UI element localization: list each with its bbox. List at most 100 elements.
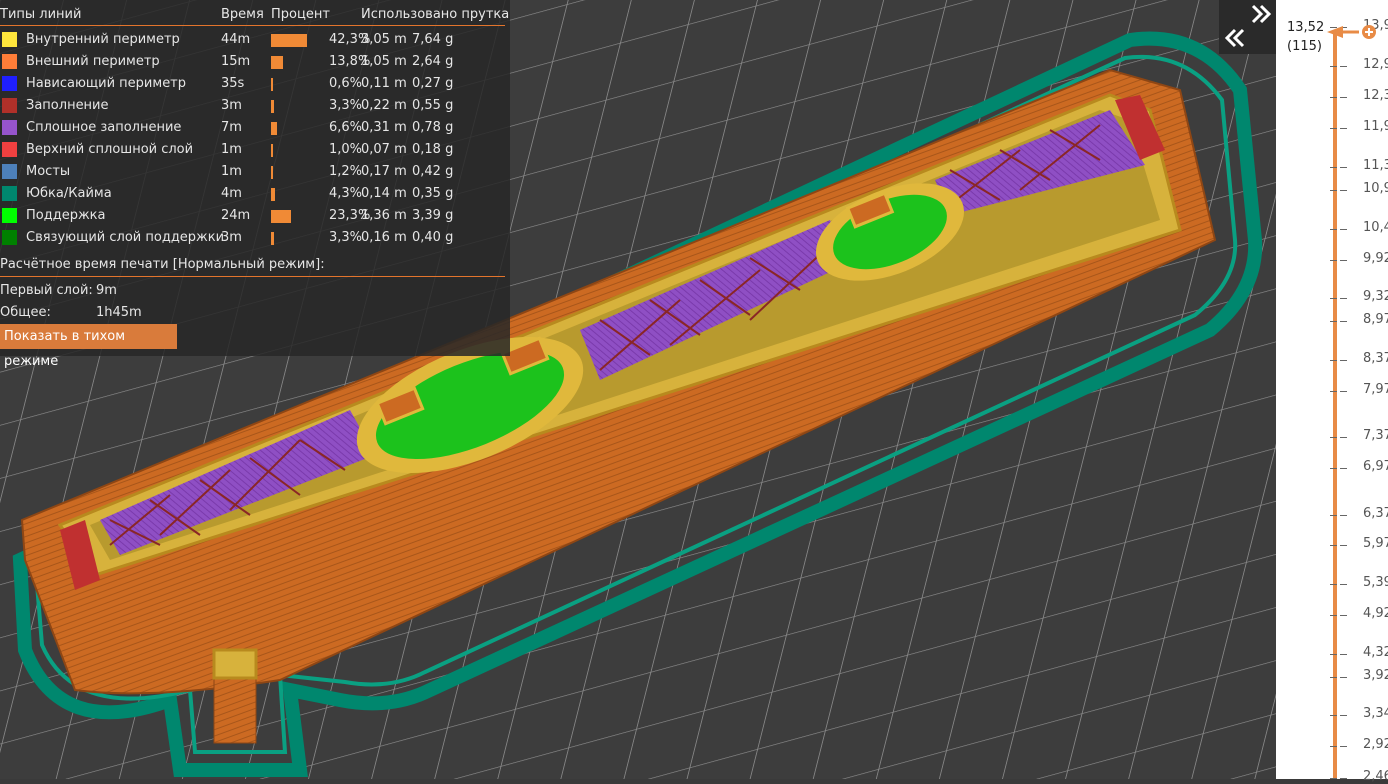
slider-tick xyxy=(1330,654,1337,655)
legend-panel: Типы линий Время Процент Использовано пр… xyxy=(0,0,510,369)
slider-tick xyxy=(1340,545,1347,546)
slider-tick xyxy=(1330,229,1337,230)
slider-tick-label: 5,39 xyxy=(1363,575,1388,590)
line-type-time: 7m xyxy=(221,120,242,135)
double-chevron-icon xyxy=(1224,4,1272,48)
line-type-time: 1m xyxy=(221,164,242,179)
filament-grams: 0,78 g xyxy=(412,120,454,135)
slider-tick xyxy=(1340,515,1347,516)
slider-tick-label: 12,9 xyxy=(1363,57,1388,72)
filament-meters: 0,17 m xyxy=(361,164,407,179)
slider-tick xyxy=(1340,584,1347,585)
layer-slider-track[interactable] xyxy=(1333,30,1337,779)
slider-tick-label: 4,92 xyxy=(1363,606,1388,621)
slider-tick xyxy=(1340,298,1347,299)
line-type-name: Поддержка xyxy=(26,208,106,223)
slider-tick xyxy=(1340,128,1347,129)
line-type-time: 3m xyxy=(221,230,242,245)
filament-meters: 1,05 m xyxy=(361,54,407,69)
slider-tick xyxy=(1340,321,1347,322)
estimate-divider xyxy=(0,276,505,277)
line-type-time: 35s xyxy=(221,76,245,91)
slider-tick xyxy=(1340,229,1347,230)
slider-tick xyxy=(1340,66,1347,67)
line-type-percent: 6,6% xyxy=(329,120,363,135)
slider-tick-label: 9,92 xyxy=(1363,251,1388,266)
slider-tick xyxy=(1330,360,1337,361)
slider-tick xyxy=(1330,584,1337,585)
filament-meters: 0,22 m xyxy=(361,98,407,113)
slider-tick xyxy=(1330,128,1337,129)
header-time: Время xyxy=(221,7,264,22)
legend-row[interactable]: Верхний сплошной слой 1m 1,0% 0,07 m 0,18 g xyxy=(0,139,505,161)
slider-tick-label: 2,92 xyxy=(1363,737,1388,752)
slider-tick xyxy=(1330,545,1337,546)
filament-grams: 0,35 g xyxy=(412,186,454,201)
legend-row[interactable]: Связующий слой поддержки 3m 3,3% 0,16 m 0,40… xyxy=(0,227,505,249)
slider-tick-label: 4,32 xyxy=(1363,645,1388,660)
slider-tick-label: 3,92 xyxy=(1363,668,1388,683)
percent-bar xyxy=(271,144,273,157)
first-layer-value: 9m xyxy=(96,283,117,298)
color-swatch xyxy=(2,32,17,47)
legend-row[interactable]: Юбка/Кайма 4m 4,3% 0,14 m 0,35 g xyxy=(0,183,505,205)
slider-tick xyxy=(1340,677,1347,678)
slider-tick xyxy=(1340,437,1347,438)
header-divider xyxy=(0,25,505,26)
filament-grams: 0,40 g xyxy=(412,230,454,245)
legend-row[interactable]: Сплошное заполнение 7m 6,6% 0,31 m 0,78 g xyxy=(0,117,505,139)
legend-row[interactable]: Заполнение 3m 3,3% 0,22 m 0,55 g xyxy=(0,95,505,117)
line-type-time: 15m xyxy=(221,54,251,69)
slider-tick-label: 9,32 xyxy=(1363,289,1388,304)
legend-row[interactable]: Внешний периметр 15m 13,8% 1,05 m 2,64 g xyxy=(0,51,505,73)
slider-tick-label: 10,4 xyxy=(1363,220,1388,235)
slider-tick xyxy=(1330,321,1337,322)
filament-grams: 3,39 g xyxy=(412,208,454,223)
percent-bar xyxy=(271,100,274,113)
color-swatch xyxy=(2,230,17,245)
legend-row[interactable]: Нависающий периметр 35s 0,6% 0,11 m 0,27 g xyxy=(0,73,505,95)
slider-tick xyxy=(1330,468,1337,469)
filament-meters: 0,11 m xyxy=(361,76,407,91)
filament-meters: 0,31 m xyxy=(361,120,407,135)
slider-tick xyxy=(1330,715,1337,716)
percent-bar xyxy=(271,56,283,69)
color-swatch xyxy=(2,54,17,69)
legend-row[interactable]: Мосты 1m 1,2% 0,17 m 0,42 g xyxy=(0,161,505,183)
wipe-tower-top xyxy=(212,648,258,680)
percent-bar xyxy=(271,210,291,223)
slider-tick xyxy=(1330,97,1337,98)
slider-tick xyxy=(1330,677,1337,678)
line-type-name: Нависающий периметр xyxy=(26,76,187,91)
slider-tick-label: 6,97 xyxy=(1363,459,1388,474)
slider-tick xyxy=(1340,167,1347,168)
slider-tick-label: 8,37 xyxy=(1363,351,1388,366)
slider-tick xyxy=(1330,437,1337,438)
layer-slider-thumb[interactable] xyxy=(1325,22,1385,42)
color-swatch xyxy=(2,186,17,201)
color-swatch xyxy=(2,164,17,179)
slider-tick xyxy=(1340,97,1347,98)
filament-meters: 1,36 m xyxy=(361,208,407,223)
slider-tick xyxy=(1330,515,1337,516)
percent-bar xyxy=(271,188,275,201)
estimate-title: Расчётное время печати [Нормальный режим… xyxy=(0,257,325,272)
slider-tick xyxy=(1330,66,1337,67)
line-type-name: Сплошное заполнение xyxy=(26,120,182,135)
legend-row[interactable]: Поддержка 24m 23,3% 1,36 m 3,39 g xyxy=(0,205,505,227)
slider-tick-label: 10,9 xyxy=(1363,181,1388,196)
filament-grams: 0,55 g xyxy=(412,98,454,113)
line-type-name: Внешний периметр xyxy=(26,54,160,69)
filament-meters: 0,16 m xyxy=(361,230,407,245)
slider-tick xyxy=(1340,654,1347,655)
slider-tick xyxy=(1340,260,1347,261)
collapse-sidebar-button[interactable] xyxy=(1219,0,1276,54)
slider-tick xyxy=(1330,260,1337,261)
slider-tick xyxy=(1340,468,1347,469)
slider-tick xyxy=(1330,615,1337,616)
filament-grams: 0,42 g xyxy=(412,164,454,179)
percent-bar xyxy=(271,232,274,245)
show-quiet-mode-button[interactable]: Показать в тихом режиме xyxy=(0,324,177,369)
legend-row[interactable]: Внутренний периметр 44m 42,3% 3,05 m 7,64 g xyxy=(0,29,505,51)
slider-tick xyxy=(1340,615,1347,616)
